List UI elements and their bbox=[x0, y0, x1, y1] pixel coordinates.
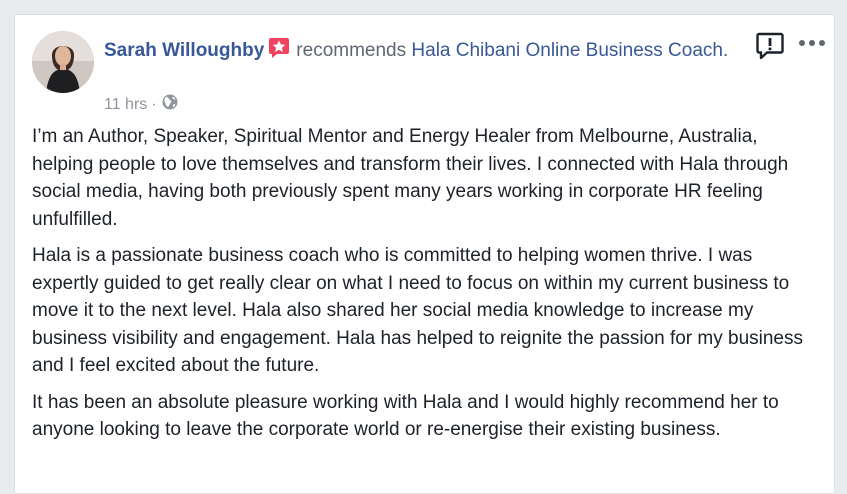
post-paragraph-1: I’m an Author, Speaker, Spiritual Mentor… bbox=[32, 126, 789, 230]
recommends-text: recommends bbox=[296, 40, 407, 61]
globe-icon[interactable] bbox=[162, 94, 178, 115]
more-options-button[interactable] bbox=[798, 35, 826, 51]
post-header: Sarah Willoughby recommends Hala Chibani … bbox=[104, 37, 744, 67]
avatar-photo bbox=[32, 31, 94, 93]
report-feedback-button[interactable] bbox=[755, 31, 785, 61]
recommendation-post: Sarah Willoughby recommends Hala Chibani … bbox=[14, 14, 835, 494]
post-meta: 11 hrs · bbox=[104, 94, 178, 115]
feedback-icon bbox=[756, 32, 784, 60]
post-paragraph-3: It has been an absolute pleasure working… bbox=[32, 391, 779, 441]
timestamp[interactable]: 11 hrs bbox=[104, 96, 147, 114]
star-badge-icon bbox=[268, 37, 290, 67]
post-body: I’m an Author, Speaker, Spiritual Mentor… bbox=[32, 123, 822, 453]
avatar[interactable] bbox=[32, 31, 94, 93]
meta-separator: · bbox=[151, 95, 157, 113]
page-link[interactable]: Hala Chibani Online Business Coach. bbox=[411, 40, 728, 61]
post-paragraph-2: Hala is a passionate business coach who … bbox=[32, 245, 804, 376]
more-dots-icon bbox=[799, 40, 825, 46]
author-name[interactable]: Sarah Willoughby bbox=[104, 40, 264, 61]
